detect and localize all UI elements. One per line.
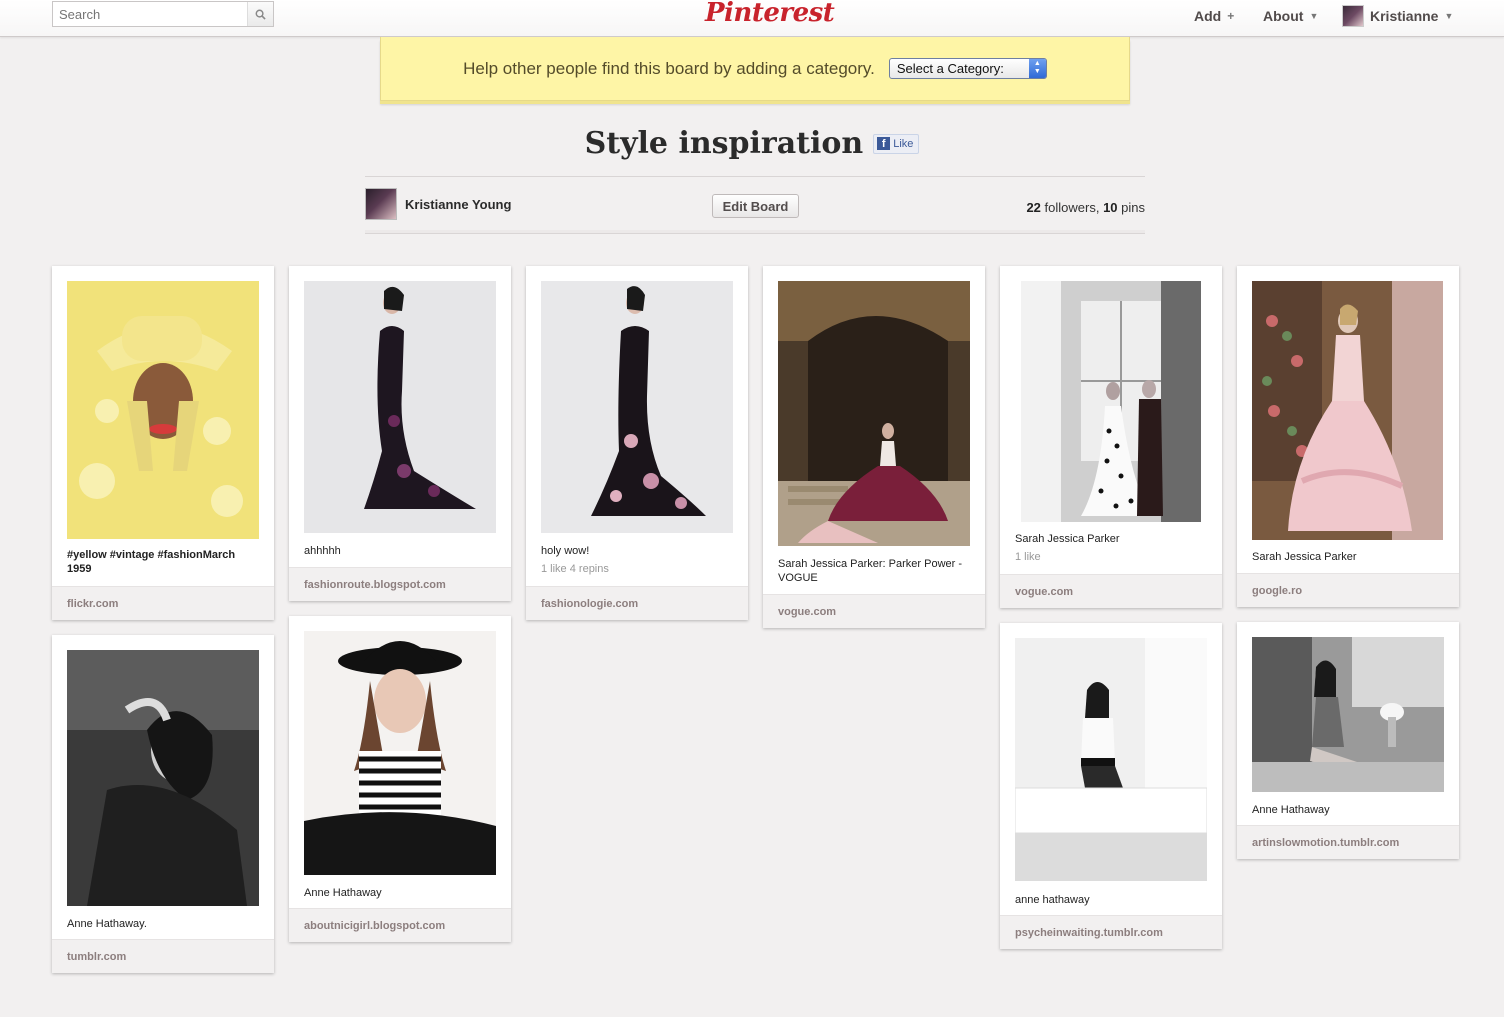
pins-label: pins xyxy=(1117,200,1145,215)
chevron-down-icon: ▼ xyxy=(1309,11,1319,21)
pin-card: ahhhhh fashionroute.blogspot.com xyxy=(289,266,511,601)
avatar xyxy=(1342,5,1364,27)
pin-description: anne hathaway xyxy=(1015,894,1090,906)
pin-image[interactable] xyxy=(1015,638,1207,881)
board-owner[interactable]: Kristianne Young xyxy=(365,188,511,220)
nav-add[interactable]: Add + xyxy=(1194,0,1234,32)
pin-card: Anne Hathaway. tumblr.com xyxy=(52,635,274,973)
chevron-down-icon: ▼ xyxy=(1444,11,1454,21)
board-header: Style inspiration f Like xyxy=(0,126,1504,161)
edit-board-button[interactable]: Edit Board xyxy=(712,194,799,218)
avatar xyxy=(365,188,397,220)
facebook-icon: f xyxy=(877,137,891,150)
search-button[interactable] xyxy=(247,2,273,26)
plus-icon: + xyxy=(1227,9,1235,23)
board-meta: Kristianne Young Edit Board 22 followers… xyxy=(365,176,1145,234)
pin-description: Anne Hathaway. xyxy=(67,918,147,930)
pin-source[interactable]: vogue.com xyxy=(1000,574,1222,608)
pin-card: Anne Hathaway artinslowmotion.tumblr.com xyxy=(1237,622,1459,859)
pin-image[interactable] xyxy=(304,631,496,875)
pin-card: Sarah Jessica Parker 1 like vogue.com xyxy=(1000,266,1222,608)
board-stats: 22 followers, 10 pins xyxy=(1026,200,1145,215)
pin-description: Anne Hathaway xyxy=(304,887,382,899)
nav-about-label: About xyxy=(1263,8,1304,24)
pin-image[interactable] xyxy=(304,281,496,533)
pin-description: #yellow #vintage #fashionMarch 1959 xyxy=(67,549,236,575)
pin-image[interactable] xyxy=(67,650,259,906)
nav-user-label: Kristianne xyxy=(1370,8,1439,24)
category-banner: Help other people find this board by add… xyxy=(380,37,1130,101)
search-box xyxy=(52,1,274,27)
category-select[interactable]: Select a Category: ▲ ▼ xyxy=(888,58,1047,79)
nav-add-label: Add xyxy=(1194,8,1222,24)
pin-card: holy wow! 1 like 4 repins fashionologie.… xyxy=(526,266,748,620)
pin-source[interactable]: aboutnicigirl.blogspot.com xyxy=(289,908,511,942)
pin-card: #yellow #vintage #fashionMarch 1959 flic… xyxy=(52,266,274,620)
pin-card: Anne Hathaway aboutnicigirl.blogspot.com xyxy=(289,616,511,942)
pin-description: Anne Hathaway xyxy=(1252,804,1330,816)
pin-source[interactable]: fashionologie.com xyxy=(526,586,748,620)
pin-description: holy wow! xyxy=(541,545,590,557)
category-select-value: Select a Category: xyxy=(896,61,1004,76)
banner-text: Help other people find this board by add… xyxy=(463,58,875,78)
pin-source[interactable]: psycheinwaiting.tumblr.com xyxy=(1000,915,1222,949)
nav-about[interactable]: About ▼ xyxy=(1263,0,1318,32)
pin-card: anne hathaway psycheinwaiting.tumblr.com xyxy=(1000,623,1222,949)
followers-count: 22 xyxy=(1026,200,1041,215)
pin-image[interactable] xyxy=(1252,281,1443,540)
pin-stats: 1 like xyxy=(1015,551,1041,563)
pin-card: Sarah Jessica Parker google.ro xyxy=(1237,266,1459,607)
pinterest-logo[interactable]: Pinterest xyxy=(705,0,835,28)
pin-description: Sarah Jessica Parker xyxy=(1015,533,1120,545)
updown-arrows-icon: ▲ ▼ xyxy=(1028,59,1046,78)
pin-image[interactable] xyxy=(67,281,259,539)
pin-source[interactable]: fashionroute.blogspot.com xyxy=(289,567,511,601)
pin-source[interactable]: artinslowmotion.tumblr.com xyxy=(1237,825,1459,859)
pin-source[interactable]: google.ro xyxy=(1237,573,1459,607)
nav-user-menu[interactable]: Kristianne ▼ xyxy=(1342,0,1453,32)
owner-name: Kristianne Young xyxy=(405,196,512,212)
facebook-like-button[interactable]: f Like xyxy=(873,133,920,154)
pin-description: Sarah Jessica Parker: Parker Power - VOG… xyxy=(778,558,963,584)
pin-card: Sarah Jessica Parker: Parker Power - VOG… xyxy=(763,266,985,628)
pin-image[interactable] xyxy=(1021,281,1201,522)
pin-source[interactable]: vogue.com xyxy=(763,594,985,628)
pin-image[interactable] xyxy=(1252,637,1444,792)
pin-description: ahhhhh xyxy=(304,545,341,557)
pin-source[interactable]: flickr.com xyxy=(52,586,274,620)
pin-image[interactable] xyxy=(778,281,970,546)
board-title: Style inspiration xyxy=(584,126,864,161)
pin-description: Sarah Jessica Parker xyxy=(1252,551,1357,563)
search-input[interactable] xyxy=(53,2,247,26)
pin-stats: 1 like 4 repins xyxy=(541,563,609,575)
like-label: Like xyxy=(893,137,914,150)
search-icon xyxy=(255,9,266,20)
followers-label: followers, xyxy=(1040,200,1104,215)
pin-source[interactable]: tumblr.com xyxy=(52,939,274,973)
pins-count: 10 xyxy=(1103,200,1118,215)
top-bar: Pinterest Add + About ▼ Kristianne ▼ xyxy=(0,0,1504,37)
pin-image[interactable] xyxy=(541,281,733,533)
